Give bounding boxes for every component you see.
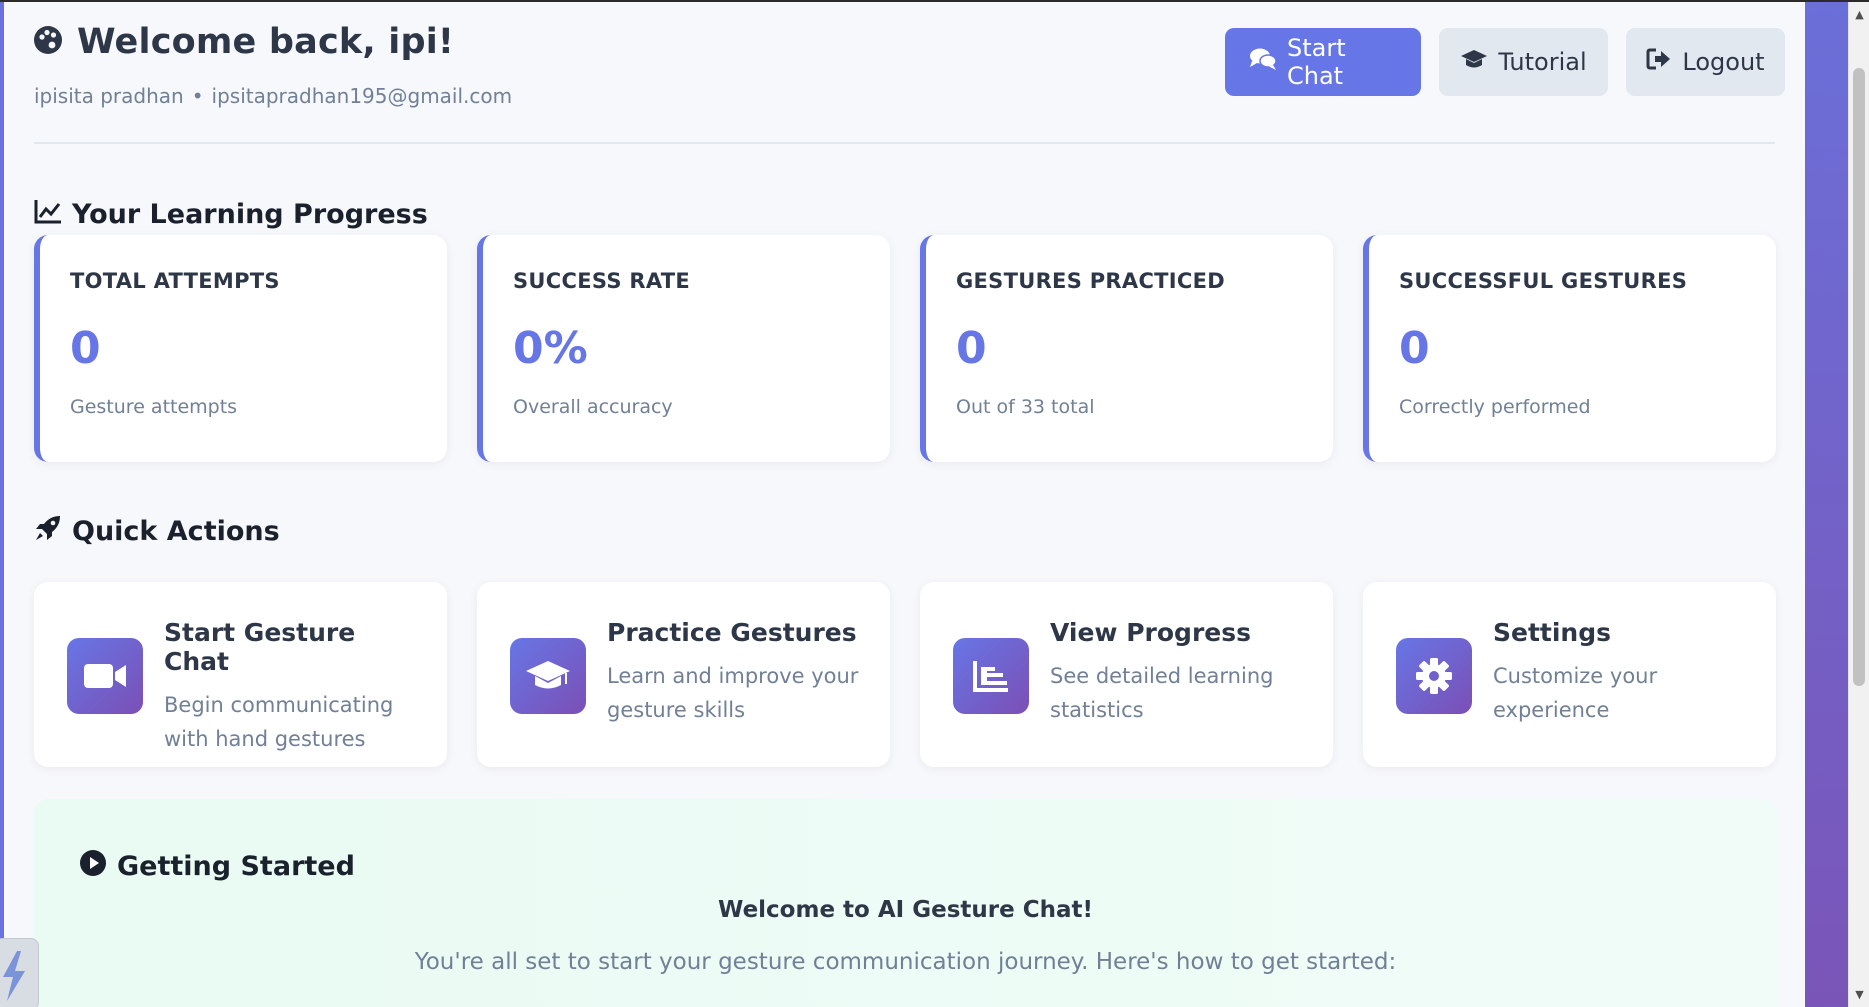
play-circle-icon [79, 849, 107, 884]
floating-assistant-widget[interactable] [0, 938, 39, 1007]
stat-label: SUCCESS RATE [513, 269, 691, 293]
action-title: Settings [1493, 618, 1612, 647]
action-text: View Progress See detailed learning stat… [1050, 618, 1303, 767]
tutorial-label: Tutorial [1498, 48, 1587, 76]
stat-card-successful-gestures: SUCCESSFUL GESTURES 0 Correctly performe… [1363, 235, 1776, 462]
line-chart-icon [34, 198, 62, 231]
stat-sub: Gesture attempts [70, 396, 238, 418]
stat-label: SUCCESSFUL GESTURES [1399, 269, 1688, 293]
user-separator: • [191, 84, 204, 108]
action-title: Start Gesture Chat [164, 618, 356, 676]
stat-card-total-attempts: TOTAL ATTEMPTS 0 Gesture attempts [34, 235, 447, 462]
stat-label: TOTAL ATTEMPTS [70, 269, 280, 293]
progress-heading-text: Your Learning Progress [72, 199, 428, 230]
user-name: ipisita pradhan [34, 84, 184, 108]
getting-started-text: You're all set to start your gesture com… [414, 949, 1397, 975]
window-left-edge [0, 0, 4, 1007]
video-icon [67, 638, 143, 714]
stat-value: 0 [70, 323, 101, 374]
stat-card-success-rate: SUCCESS RATE 0% Overall accuracy [477, 235, 890, 462]
stat-sub: Out of 33 total [956, 396, 1095, 418]
stats-grid: TOTAL ATTEMPTS 0 Gesture attempts SUCCES… [34, 235, 1777, 462]
user-info: ipisita pradhan • ipsitapradhan195@gmail… [34, 84, 512, 108]
action-text: Practice Gestures Learn and improve your… [607, 618, 860, 767]
gear-icon [1396, 638, 1472, 714]
quick-actions-heading: Quick Actions [34, 514, 280, 549]
action-desc: Learn and improve your gesture skills [607, 664, 859, 722]
chart-icon [953, 638, 1029, 714]
graduation-cap-icon [510, 638, 586, 714]
action-text: Settings Customize your experience [1493, 618, 1746, 767]
window-top-border [0, 0, 1869, 2]
action-desc: Begin communicating with hand gestures [164, 693, 394, 751]
action-desc: Customize your experience [1493, 664, 1658, 722]
stat-card-gestures-practiced: GESTURES PRACTICED 0 Out of 33 total [920, 235, 1333, 462]
stat-value: 0% [513, 323, 588, 374]
header-actions: Start Chat Tutorial Logout [1225, 28, 1785, 96]
action-desc: See detailed learning statistics [1050, 664, 1274, 722]
start-gesture-chat-card[interactable]: Start Gesture Chat Begin communicating w… [34, 582, 447, 767]
settings-card[interactable]: Settings Customize your experience [1363, 582, 1776, 767]
welcome-title: Welcome back, ipi! [77, 22, 455, 62]
quick-actions-grid: Start Gesture Chat Begin communicating w… [34, 582, 1777, 767]
start-chat-button[interactable]: Start Chat [1225, 28, 1421, 96]
practice-gestures-card[interactable]: Practice Gestures Learn and improve your… [477, 582, 890, 767]
progress-heading: Your Learning Progress [34, 198, 428, 231]
scrollbar-thumb[interactable] [1853, 68, 1865, 686]
getting-started-welcome: Welcome to AI Gesture Chat! [718, 897, 1093, 923]
action-title: View Progress [1050, 618, 1252, 647]
view-progress-card[interactable]: View Progress See detailed learning stat… [920, 582, 1333, 767]
logout-label: Logout [1682, 48, 1765, 76]
action-title: Practice Gestures [607, 618, 857, 647]
getting-started-heading: Getting Started [79, 849, 355, 884]
stat-value: 0 [1399, 323, 1430, 374]
start-chat-label: Start Chat [1287, 34, 1346, 90]
logout-button[interactable]: Logout [1626, 28, 1785, 96]
tutorial-button[interactable]: Tutorial [1439, 28, 1608, 96]
lightning-icon [0, 951, 35, 1007]
quick-actions-heading-text: Quick Actions [72, 516, 280, 547]
getting-started-section: Getting Started Welcome to AI Gesture Ch… [34, 799, 1777, 1007]
action-text: Start Gesture Chat Begin communicating w… [164, 618, 417, 767]
stat-sub: Correctly performed [1399, 396, 1591, 418]
stat-label: GESTURES PRACTICED [956, 269, 1225, 293]
getting-started-heading-text: Getting Started [117, 851, 355, 882]
dashboard-panel: Welcome back, ipi! ipisita pradhan • ips… [4, 2, 1805, 1007]
user-email: ipsitapradhan195@gmail.com [211, 84, 513, 108]
sign-out-icon [1646, 47, 1672, 77]
vertical-scrollbar[interactable]: ▲ ▼ [1848, 0, 1869, 1007]
stat-sub: Overall accuracy [513, 396, 673, 418]
scroll-up-arrow-icon[interactable]: ▲ [1849, 4, 1869, 25]
header-title: Welcome back, ipi! [33, 22, 454, 62]
stat-value: 0 [956, 323, 987, 374]
header-divider [34, 142, 1775, 144]
palette-icon [33, 25, 63, 59]
graduation-cap-icon [1460, 48, 1488, 76]
comments-icon [1249, 47, 1277, 77]
rocket-icon [34, 514, 62, 549]
scroll-down-arrow-icon[interactable]: ▼ [1849, 984, 1869, 1005]
